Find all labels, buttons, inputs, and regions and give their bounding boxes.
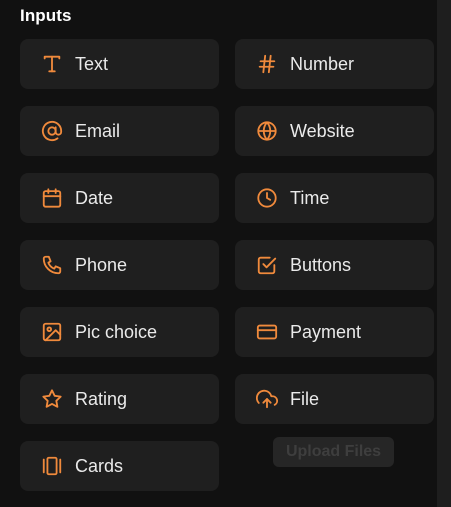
credit-card-icon: [255, 320, 279, 344]
checkbox-icon: [255, 253, 279, 277]
scrollbar[interactable]: [437, 0, 451, 507]
globe-icon: [255, 119, 279, 143]
input-block-label: Buttons: [290, 254, 352, 275]
input-block-website[interactable]: Website: [235, 106, 434, 156]
input-block-rating[interactable]: Rating: [20, 374, 219, 424]
input-block-email[interactable]: Email: [20, 106, 219, 156]
input-block-phone[interactable]: Phone: [20, 240, 219, 290]
input-block-label: Time: [290, 187, 330, 208]
input-block-label: Email: [75, 120, 121, 141]
input-block-label: Rating: [75, 388, 128, 409]
input-block-file[interactable]: File: [235, 374, 434, 424]
input-block-label: Text: [75, 53, 109, 74]
section-title: Inputs: [20, 6, 72, 25]
input-block-label: Pic choice: [75, 321, 158, 342]
input-block-label: File: [290, 388, 320, 409]
hash-icon: [255, 52, 279, 76]
phone-icon: [40, 253, 64, 277]
input-block-label: Payment: [290, 321, 362, 342]
input-block-label: Number: [290, 53, 355, 74]
input-block-buttons[interactable]: Buttons: [235, 240, 434, 290]
inputs-panel: Inputs Text Number Email Website Date Ti…: [0, 0, 437, 507]
input-block-label: Website: [290, 120, 355, 141]
clock-icon: [255, 186, 279, 210]
image-icon: [40, 320, 64, 344]
input-block-label: Date: [75, 187, 114, 208]
cards-icon: [40, 454, 64, 478]
input-block-pic-choice[interactable]: Pic choice: [20, 307, 219, 357]
input-block-number[interactable]: Number: [235, 39, 434, 89]
upload-files-button[interactable]: Upload Files: [273, 437, 394, 467]
input-block-text[interactable]: Text: [20, 39, 219, 89]
at-sign-icon: [40, 119, 64, 143]
input-block-cards[interactable]: Cards: [20, 441, 219, 491]
input-block-time[interactable]: Time: [235, 173, 434, 223]
cloud-upload-icon: [255, 387, 279, 411]
text-icon: [40, 52, 64, 76]
input-block-payment[interactable]: Payment: [235, 307, 434, 357]
input-block-label: Phone: [75, 254, 128, 275]
input-block-date[interactable]: Date: [20, 173, 219, 223]
calendar-icon: [40, 186, 64, 210]
input-block-label: Cards: [75, 455, 124, 476]
inputs-grid: Text Number Email Website Date Time Phon…: [20, 39, 434, 491]
star-icon: [40, 387, 64, 411]
